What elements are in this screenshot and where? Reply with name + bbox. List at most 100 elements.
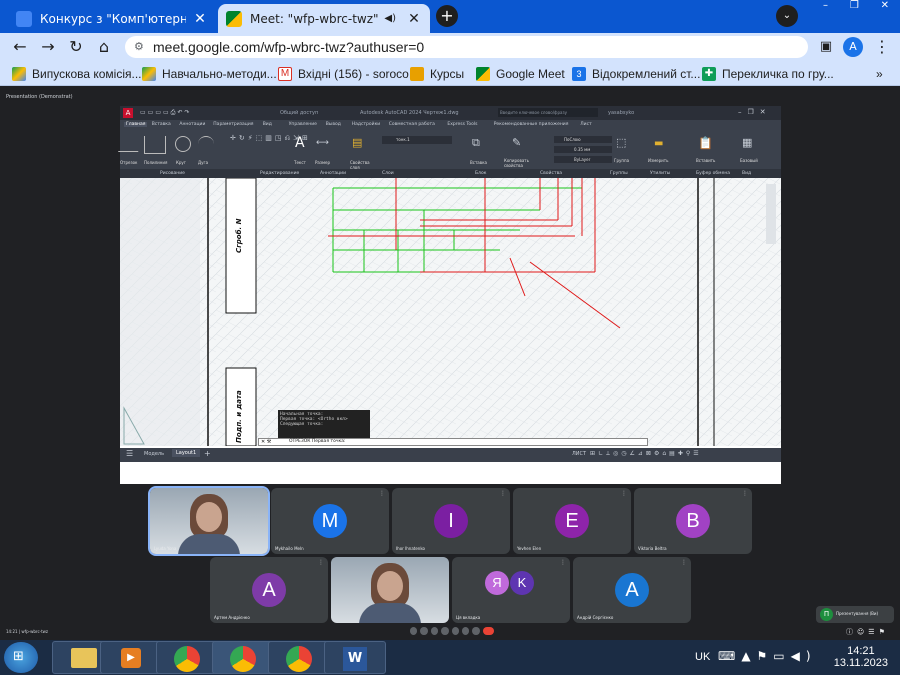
acad-user[interactable]: yasabsyko <box>608 110 634 116</box>
menu-icon[interactable]: ☰ <box>126 449 133 458</box>
acad-tab[interactable]: Совместная работа <box>389 122 435 127</box>
bookmarks-overflow[interactable]: » <box>876 64 883 84</box>
tile-menu-icon[interactable]: ⋮ <box>742 490 748 497</box>
tray-icons[interactable]: ⌨▲⚑▭◀) <box>718 649 817 663</box>
forward-icon[interactable]: → <box>38 37 58 57</box>
layer-dropdown[interactable]: тонк.1 <box>382 136 452 144</box>
taskbar-media[interactable]: ▶ <box>100 641 162 674</box>
bookmark-item[interactable]: 3 Відокремлений ст... <box>572 64 700 84</box>
tile-menu-icon[interactable]: ⋮ <box>560 559 566 566</box>
autocad-logo-icon[interactable]: A <box>123 108 133 118</box>
ribbon-group-title[interactable]: Группы <box>610 171 628 176</box>
color-dropdown[interactable]: ПоСлою <box>554 136 612 143</box>
measure-icon[interactable]: ▬ <box>654 138 663 149</box>
status-toggle-icons[interactable]: ⊞∟⟂◎◷∠⊿⊠⚙⌂▤✚⚲☰ <box>590 450 702 458</box>
acad-tab[interactable]: Рекомендованные приложения <box>494 122 569 127</box>
camera-button[interactable] <box>420 627 428 635</box>
layer-properties-icon[interactable]: ▤ <box>352 136 362 149</box>
acad-tab[interactable]: Вид <box>263 122 272 127</box>
acad-tab[interactable]: Главная <box>124 122 148 127</box>
acad-window-controls[interactable]: –❐✕ <box>738 108 772 116</box>
captions-button[interactable] <box>430 627 439 635</box>
minimize-icon[interactable]: – <box>823 0 828 14</box>
acad-search-input[interactable]: Введите ключевое слово/фразу <box>498 108 598 117</box>
dimension-tool-icon[interactable]: ⟷ <box>316 138 329 148</box>
ribbon-group-title[interactable]: Свойства <box>540 171 562 176</box>
participant-tile[interactable]: I ⋮ Ihor Ihnatenko <box>392 488 510 554</box>
participant-tile[interactable]: M ⋮ Mykhailo Meln <box>271 488 389 554</box>
acad-tab[interactable]: Вывод <box>326 122 341 127</box>
bookmark-item[interactable]: Навчально-методи... <box>142 64 277 84</box>
base-view-icon[interactable]: ▦ <box>742 136 752 149</box>
new-tab-button[interactable]: + <box>436 5 458 27</box>
ribbon-group-title[interactable]: Блок <box>475 171 486 176</box>
insert-label[interactable]: Вставка <box>470 160 487 165</box>
acad-tab[interactable]: Параметризация <box>213 122 253 127</box>
self-presenting-chip[interactable]: П Презентування (Ви) <box>816 606 894 623</box>
site-info-icon[interactable]: ⚙ <box>134 36 144 58</box>
acad-tab[interactable]: Аннотации <box>179 122 205 127</box>
paste-label[interactable]: Вставить <box>696 158 715 163</box>
participant-tile[interactable]: E ⋮ Yevhen Elen <box>513 488 631 554</box>
ribbon-group-title[interactable]: Редактирование <box>260 171 299 176</box>
acad-tab[interactable]: Управление <box>289 122 317 127</box>
bookmark-item[interactable]: Google Meet <box>476 64 565 84</box>
match-properties-icon[interactable]: ✎ <box>512 136 521 149</box>
tile-menu-icon[interactable]: ⋮ <box>318 559 324 566</box>
insert-block-icon[interactable]: ⧉ <box>472 136 480 150</box>
taskbar-chrome[interactable] <box>156 641 218 674</box>
layout-tab-layout1[interactable]: Layout1 <box>172 449 201 457</box>
polyline-tool-icon[interactable] <box>144 136 166 154</box>
viewcube-scroll[interactable] <box>766 184 776 244</box>
emoji-button[interactable] <box>441 627 449 635</box>
more-options-button[interactable] <box>472 627 480 635</box>
home-icon[interactable]: ⌂ <box>94 37 114 57</box>
tab-search-icon[interactable]: ⌄ <box>776 5 798 27</box>
share-label[interactable]: Общий доступ <box>280 110 318 116</box>
add-layout-icon[interactable]: + <box>204 449 211 458</box>
more-menu-icon[interactable]: ⋮ <box>872 37 892 57</box>
participant-tile[interactable] <box>331 557 449 623</box>
command-line-input[interactable]: ✕ ⚒ ОТРЕЗОК Первая точка: <box>258 438 648 446</box>
circle-tool-icon[interactable] <box>175 136 191 152</box>
participant-tile[interactable]: A ⋮ Андрій Сергієнко <box>573 557 691 623</box>
acad-tab[interactable]: Надстройки <box>352 122 381 127</box>
group-icon[interactable]: ⬚ <box>616 136 626 149</box>
taskbar-clock[interactable]: 14:21 13.11.2023 <box>834 645 888 669</box>
acad-drawing-viewport[interactable]: Сгроб. N Подп. и дата Начальная точка: П… <box>120 178 781 446</box>
close-window-icon[interactable]: ✕ <box>881 0 889 14</box>
quick-access-icons[interactable]: ▭▭▭▭⎙↶↷ <box>140 109 192 117</box>
ribbon-group-title[interactable]: Рисование <box>160 171 185 176</box>
raise-hand-button[interactable] <box>462 627 470 635</box>
maximize-icon[interactable]: ❐ <box>850 0 859 14</box>
mic-button[interactable] <box>410 627 418 635</box>
taskbar-chrome-profile-1[interactable] <box>212 641 274 674</box>
tab-contest[interactable]: Конкурс з "Комп'ютерної графі ✕ <box>8 4 216 33</box>
meet-side-icons[interactable]: ⓘ☺☰⚑ <box>846 627 889 637</box>
text-tool-icon[interactable]: A <box>295 135 305 151</box>
profile-avatar[interactable]: A <box>843 37 863 57</box>
tab-meet[interactable]: Meet: "wfp-wbrc-twz" ◀) ✕ <box>218 4 430 33</box>
layout-tab-model[interactable]: Модель <box>144 451 164 457</box>
bookmark-item[interactable]: Випускова комісія... <box>12 64 142 84</box>
participant-tile[interactable]: B ⋮ Viktoria Beltra <box>634 488 752 554</box>
tile-menu-icon[interactable]: ⋮ <box>379 490 385 497</box>
ribbon-group-title[interactable]: Буфер обмена <box>696 171 730 176</box>
status-mode[interactable]: ЛИСТ <box>572 451 586 457</box>
acad-tab[interactable]: Вставка <box>152 122 171 127</box>
arc-tool-icon[interactable] <box>198 136 214 152</box>
bookmark-item[interactable]: M Вхідні (156) - sorocо... <box>278 64 419 84</box>
bookmark-item[interactable]: Курсы <box>410 64 464 84</box>
acad-tab[interactable]: Лист <box>580 122 591 127</box>
text-tool-label[interactable]: Текст <box>294 160 306 165</box>
circle-tool-label[interactable]: Круг <box>176 160 186 165</box>
ribbon-group-title[interactable]: Слои <box>382 171 394 176</box>
line-tool-icon[interactable] <box>117 138 147 152</box>
match-properties-label[interactable]: Копировать свойства <box>504 158 534 168</box>
dimension-tool-label[interactable]: Размер <box>315 160 330 165</box>
audio-playing-icon[interactable]: ◀) <box>384 13 396 24</box>
ribbon-group-title[interactable]: Вид <box>742 171 751 176</box>
input-language[interactable]: UK <box>695 651 710 663</box>
group-label[interactable]: Группа <box>614 158 629 163</box>
tile-menu-icon[interactable]: ⋮ <box>500 490 506 497</box>
